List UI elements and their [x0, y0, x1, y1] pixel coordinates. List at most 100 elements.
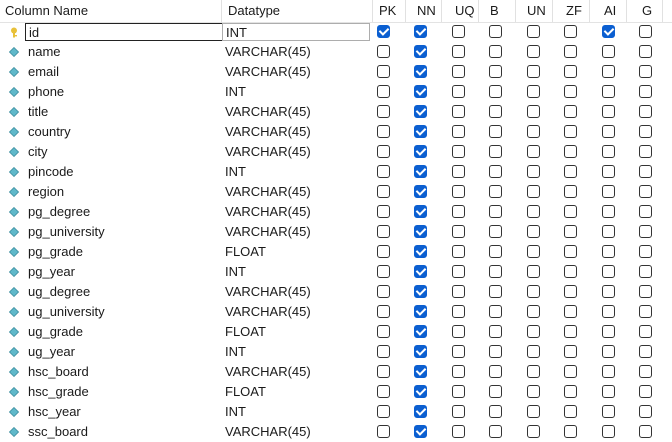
b-checkbox[interactable]	[489, 105, 502, 118]
nn-checkbox[interactable]	[414, 265, 427, 278]
uq-checkbox[interactable]	[452, 425, 465, 438]
un-checkbox[interactable]	[527, 45, 540, 58]
table-row[interactable]: ug_degree VARCHAR(45)	[0, 282, 672, 302]
nn-checkbox[interactable]	[414, 45, 427, 58]
b-checkbox[interactable]	[489, 85, 502, 98]
zf-checkbox[interactable]	[564, 85, 577, 98]
nn-checkbox[interactable]	[414, 65, 427, 78]
b-checkbox[interactable]	[489, 405, 502, 418]
b-checkbox[interactable]	[489, 325, 502, 338]
g-checkbox[interactable]	[639, 125, 652, 138]
ai-checkbox[interactable]	[602, 205, 615, 218]
pk-checkbox[interactable]	[377, 425, 390, 438]
nn-checkbox[interactable]	[414, 385, 427, 398]
g-checkbox[interactable]	[639, 265, 652, 278]
ai-checkbox[interactable]	[602, 245, 615, 258]
ai-checkbox[interactable]	[602, 285, 615, 298]
b-checkbox[interactable]	[489, 65, 502, 78]
ai-checkbox[interactable]	[602, 185, 615, 198]
uq-checkbox[interactable]	[452, 365, 465, 378]
header-column-name[interactable]: Column Name	[5, 0, 88, 22]
uq-checkbox[interactable]	[452, 85, 465, 98]
ai-checkbox[interactable]	[602, 345, 615, 358]
nn-checkbox[interactable]	[414, 225, 427, 238]
table-row[interactable]: pg_year INT	[0, 262, 672, 282]
b-checkbox[interactable]	[489, 425, 502, 438]
pk-checkbox[interactable]	[377, 65, 390, 78]
un-checkbox[interactable]	[527, 125, 540, 138]
column-name-cell[interactable]: ug_degree	[28, 282, 90, 302]
uq-checkbox[interactable]	[452, 125, 465, 138]
un-checkbox[interactable]	[527, 145, 540, 158]
column-name-cell[interactable]: pincode	[28, 162, 74, 182]
ai-checkbox[interactable]	[602, 425, 615, 438]
pk-checkbox[interactable]	[377, 245, 390, 258]
g-checkbox[interactable]	[639, 225, 652, 238]
un-checkbox[interactable]	[527, 325, 540, 338]
table-row[interactable]: hsc_grade FLOAT	[0, 382, 672, 402]
uq-checkbox[interactable]	[452, 285, 465, 298]
header-g[interactable]: G	[642, 0, 652, 22]
zf-checkbox[interactable]	[564, 25, 577, 38]
uq-checkbox[interactable]	[452, 165, 465, 178]
column-name-cell[interactable]: pg_university	[28, 222, 105, 242]
nn-checkbox[interactable]	[414, 125, 427, 138]
uq-checkbox[interactable]	[452, 325, 465, 338]
nn-checkbox[interactable]	[414, 345, 427, 358]
b-checkbox[interactable]	[489, 205, 502, 218]
column-name-cell[interactable]: phone	[28, 82, 64, 102]
un-checkbox[interactable]	[527, 345, 540, 358]
datatype-cell[interactable]: FLOAT	[225, 322, 266, 342]
column-name-cell[interactable]: ug_grade	[28, 322, 83, 342]
un-checkbox[interactable]	[527, 205, 540, 218]
header-datatype[interactable]: Datatype	[228, 0, 280, 22]
nn-checkbox[interactable]	[414, 405, 427, 418]
g-checkbox[interactable]	[639, 405, 652, 418]
b-checkbox[interactable]	[489, 245, 502, 258]
table-row[interactable]: pg_degree VARCHAR(45)	[0, 202, 672, 222]
un-checkbox[interactable]	[527, 265, 540, 278]
ai-checkbox[interactable]	[602, 225, 615, 238]
zf-checkbox[interactable]	[564, 305, 577, 318]
pk-checkbox[interactable]	[377, 25, 390, 38]
ai-checkbox[interactable]	[602, 305, 615, 318]
pk-checkbox[interactable]	[377, 365, 390, 378]
column-name-cell[interactable]: ssc_board	[28, 422, 88, 442]
table-row[interactable]: title VARCHAR(45)	[0, 102, 672, 122]
datatype-cell[interactable]: VARCHAR(45)	[225, 182, 311, 202]
column-name-cell[interactable]: city	[28, 142, 48, 162]
column-name-cell[interactable]: pg_year	[28, 262, 75, 282]
nn-checkbox[interactable]	[414, 25, 427, 38]
datatype-cell[interactable]: VARCHAR(45)	[225, 282, 311, 302]
nn-checkbox[interactable]	[414, 145, 427, 158]
g-checkbox[interactable]	[639, 425, 652, 438]
zf-checkbox[interactable]	[564, 365, 577, 378]
g-checkbox[interactable]	[639, 25, 652, 38]
pk-checkbox[interactable]	[377, 265, 390, 278]
pk-checkbox[interactable]	[377, 385, 390, 398]
nn-checkbox[interactable]	[414, 105, 427, 118]
nn-checkbox[interactable]	[414, 205, 427, 218]
g-checkbox[interactable]	[639, 105, 652, 118]
g-checkbox[interactable]	[639, 285, 652, 298]
ai-checkbox[interactable]	[602, 25, 615, 38]
zf-checkbox[interactable]	[564, 425, 577, 438]
datatype-cell[interactable]: VARCHAR(45)	[225, 142, 311, 162]
un-checkbox[interactable]	[527, 165, 540, 178]
table-row[interactable]: ug_university VARCHAR(45)	[0, 302, 672, 322]
pk-checkbox[interactable]	[377, 145, 390, 158]
datatype-cell[interactable]: VARCHAR(45)	[225, 102, 311, 122]
column-name-cell[interactable]: hsc_board	[28, 362, 89, 382]
b-checkbox[interactable]	[489, 385, 502, 398]
uq-checkbox[interactable]	[452, 185, 465, 198]
pk-checkbox[interactable]	[377, 165, 390, 178]
pk-checkbox[interactable]	[377, 285, 390, 298]
uq-checkbox[interactable]	[452, 105, 465, 118]
header-nn[interactable]: NN	[417, 0, 436, 22]
zf-checkbox[interactable]	[564, 405, 577, 418]
zf-checkbox[interactable]	[564, 245, 577, 258]
un-checkbox[interactable]	[527, 185, 540, 198]
zf-checkbox[interactable]	[564, 185, 577, 198]
uq-checkbox[interactable]	[452, 65, 465, 78]
datatype-cell[interactable]: FLOAT	[225, 382, 266, 402]
